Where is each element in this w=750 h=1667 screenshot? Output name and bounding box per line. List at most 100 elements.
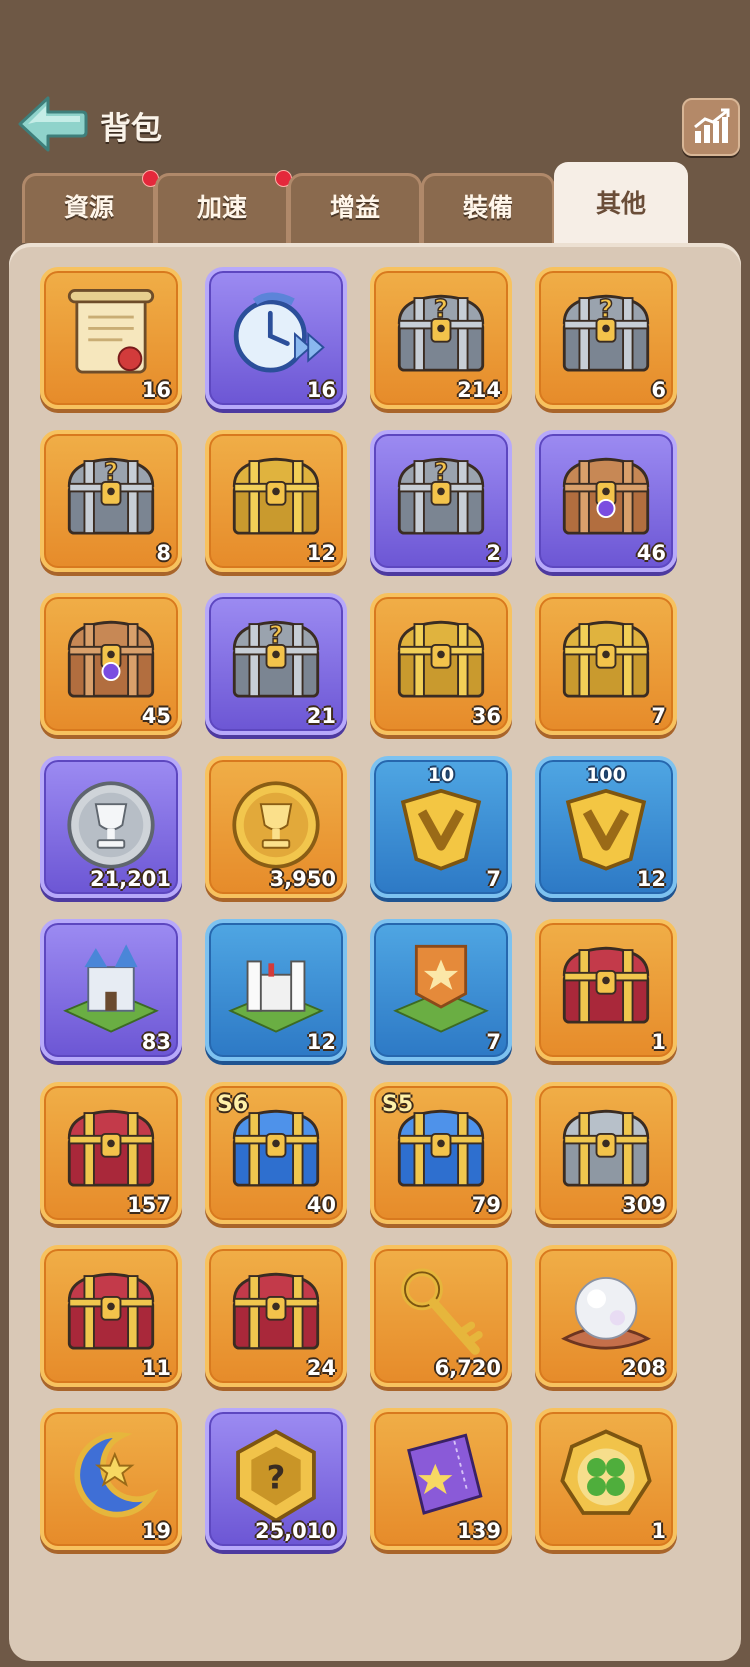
gold-chest-icon	[562, 620, 650, 698]
item-slot[interactable]: 21,201	[40, 756, 182, 898]
item-count: 24	[306, 1356, 336, 1380]
mystery-chest-icon: ?	[397, 293, 485, 372]
item-count: 83	[141, 1030, 171, 1054]
item-count: 79	[471, 1193, 501, 1217]
item-slot[interactable]: 157	[40, 1082, 182, 1224]
red-chest-icon	[67, 1272, 155, 1350]
item-slot[interactable]: 1	[535, 1408, 677, 1550]
back-arrow-icon	[18, 96, 88, 152]
item-count: 7	[486, 1030, 501, 1054]
pearl-icon	[561, 1277, 651, 1350]
vip-badge-icon	[400, 788, 482, 871]
item-count: 25,010	[254, 1519, 336, 1543]
item-slot[interactable]: 45	[40, 593, 182, 735]
item-slot[interactable]: ? 214	[370, 267, 512, 409]
item-slot[interactable]: 7	[535, 593, 677, 735]
item-slot[interactable]: ? 8	[40, 430, 182, 572]
item-slot[interactable]: 3,950	[205, 756, 347, 898]
key-icon	[401, 1268, 483, 1355]
tab-label: 加速	[196, 193, 247, 222]
item-tier-label: 100	[586, 764, 626, 786]
tab-2[interactable]: 加速	[155, 170, 292, 243]
silver-trophy-coin-icon	[67, 781, 155, 869]
gold-chest-icon	[232, 457, 320, 535]
item-count: 19	[141, 1519, 171, 1543]
castle-icon	[63, 944, 159, 1033]
ticket-icon	[407, 1433, 483, 1515]
item-slot[interactable]: ? 2	[370, 430, 512, 572]
tab-5[interactable]: 其他	[554, 162, 688, 243]
mystery-chest-icon: ?	[232, 619, 320, 698]
tab-4[interactable]: 裝備	[421, 173, 555, 243]
item-count: 7	[651, 704, 666, 728]
season-label: S6	[217, 1092, 249, 1117]
item-slot[interactable]: 16	[205, 267, 347, 409]
item-count: 2	[486, 541, 501, 565]
item-slot[interactable]: 309	[535, 1082, 677, 1224]
item-count: 214	[457, 378, 501, 402]
item-count: 12	[306, 1030, 336, 1054]
svg-text:?: ?	[434, 457, 448, 486]
moon-icon	[74, 1432, 159, 1518]
item-slot[interactable]: 1	[535, 919, 677, 1061]
item-slot[interactable]: 83	[40, 919, 182, 1061]
item-slot[interactable]: 11	[40, 1245, 182, 1387]
item-count: 6	[651, 378, 666, 402]
silver-chest-icon	[562, 1109, 650, 1187]
item-count: 3,950	[269, 867, 336, 891]
item-count: 157	[127, 1193, 171, 1217]
stats-button[interactable]	[682, 98, 740, 156]
tab-label: 增益	[329, 193, 380, 222]
back-button[interactable]	[16, 94, 88, 154]
item-slot[interactable]: 6,720	[370, 1245, 512, 1387]
item-slot[interactable]: ? 6	[535, 267, 677, 409]
item-count: 139	[457, 1519, 501, 1543]
item-slot[interactable]: 7	[370, 919, 512, 1061]
item-count: 1	[651, 1030, 666, 1054]
red-chest-icon	[562, 946, 650, 1024]
item-count: 12	[636, 867, 666, 891]
tab-1[interactable]: 資源	[22, 170, 159, 243]
item-count: 21	[306, 704, 336, 728]
item-count: 40	[306, 1193, 336, 1217]
item-slot[interactable]: 19	[40, 1408, 182, 1550]
svg-text:?: ?	[104, 457, 118, 486]
item-slot[interactable]: S5 79	[370, 1082, 512, 1224]
item-slot[interactable]: ? 21	[205, 593, 347, 735]
item-slot[interactable]: 139	[370, 1408, 512, 1550]
gem-chest-icon	[67, 620, 155, 698]
tab-label: 資源	[63, 193, 114, 222]
gem-chest-icon	[562, 457, 650, 535]
item-slot[interactable]: 100 12	[535, 756, 677, 898]
item-slot[interactable]: ? 25,010	[205, 1408, 347, 1550]
svg-text:?: ?	[599, 294, 613, 323]
item-count: 7	[486, 867, 501, 891]
mystery-chest-icon: ?	[397, 456, 485, 535]
mystery-chest-icon: ?	[562, 293, 650, 372]
tab-3[interactable]: 增益	[288, 173, 422, 243]
svg-text:?: ?	[434, 294, 448, 323]
tab-label: 裝備	[462, 193, 513, 222]
item-count: 11	[141, 1356, 171, 1380]
item-count: 36	[471, 704, 501, 728]
item-slot[interactable]: 12	[205, 430, 347, 572]
item-count: 1	[651, 1519, 666, 1543]
item-slot[interactable]: 12	[205, 919, 347, 1061]
item-slot[interactable]: 208	[535, 1245, 677, 1387]
item-slot[interactable]: 16	[40, 267, 182, 409]
gold-trophy-coin-icon	[232, 781, 320, 869]
item-slot[interactable]: 46	[535, 430, 677, 572]
item-slot[interactable]: 10 7	[370, 756, 512, 898]
fortress-icon	[228, 960, 324, 1033]
item-slot[interactable]: 36	[370, 593, 512, 735]
mystery-coin-icon: ?	[236, 1429, 316, 1523]
item-count: 16	[141, 378, 171, 402]
item-count: 6,720	[434, 1356, 501, 1380]
item-count: 309	[622, 1193, 666, 1217]
item-slot[interactable]: 24	[205, 1245, 347, 1387]
item-count: 45	[141, 704, 171, 728]
item-slot[interactable]: S6 40	[205, 1082, 347, 1224]
scroll-icon	[67, 289, 155, 374]
bar-chart-icon	[694, 108, 730, 143]
mystery-chest-icon: ?	[67, 456, 155, 535]
